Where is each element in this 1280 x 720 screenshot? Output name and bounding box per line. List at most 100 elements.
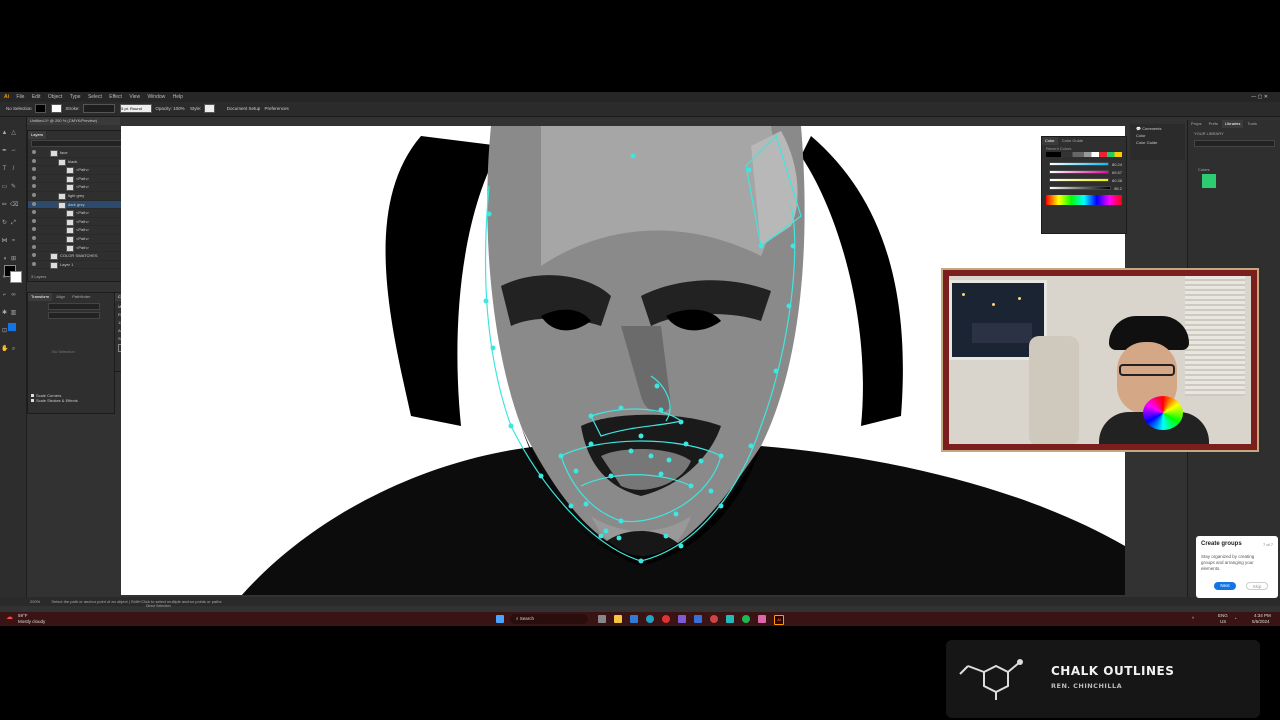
width-tool-icon[interactable]: ⋈ bbox=[1, 238, 8, 245]
visibility-eye-icon[interactable] bbox=[32, 244, 36, 249]
visibility-eye-icon[interactable] bbox=[32, 184, 36, 189]
visibility-eye-icon[interactable] bbox=[32, 158, 36, 163]
taskbar-search[interactable]: ⌕ Search bbox=[510, 614, 588, 624]
fill-stroke-widget[interactable] bbox=[4, 265, 22, 283]
menu-ai[interactable]: Ai bbox=[4, 92, 9, 102]
preferences-button[interactable]: Preferences bbox=[265, 106, 289, 111]
weather-icon[interactable]: ☁ bbox=[6, 614, 13, 622]
magenta-slider[interactable] bbox=[1049, 170, 1109, 174]
tab-prefs[interactable]: Prefs bbox=[1206, 120, 1221, 128]
visibility-eye-icon[interactable] bbox=[32, 210, 36, 215]
document-setup-button[interactable]: Document Setup bbox=[227, 106, 261, 111]
edit-toolbar-icon[interactable] bbox=[8, 323, 16, 331]
direct-selection-tool-icon[interactable]: △ bbox=[10, 130, 17, 137]
tab-transform[interactable]: Transform bbox=[28, 293, 53, 301]
yellow-value[interactable]: 60.38 bbox=[1112, 178, 1122, 183]
windows-start-icon[interactable] bbox=[496, 615, 504, 623]
transform-y-field[interactable] bbox=[48, 312, 100, 319]
brush-tool-icon[interactable]: ✎ bbox=[10, 184, 17, 191]
app-icon-blue[interactable] bbox=[694, 615, 702, 623]
tab-properties[interactable]: Props bbox=[1188, 120, 1204, 128]
visibility-eye-icon[interactable] bbox=[32, 150, 36, 154]
menu-view[interactable]: View bbox=[129, 92, 140, 102]
task-view-icon[interactable] bbox=[598, 615, 606, 623]
visibility-eye-icon[interactable] bbox=[32, 192, 36, 197]
opacity-value[interactable]: 100% bbox=[173, 106, 185, 111]
app-icon-gear[interactable] bbox=[710, 615, 718, 623]
tray-region[interactable]: US bbox=[1220, 619, 1226, 625]
visibility-eye-icon[interactable] bbox=[32, 218, 36, 223]
tab-align[interactable]: Align bbox=[53, 293, 68, 301]
color-spectrum[interactable] bbox=[1046, 195, 1122, 205]
app-icon-pink[interactable] bbox=[758, 615, 766, 623]
cyan-value[interactable]: 80.24 bbox=[1112, 162, 1122, 167]
app-icon-teal[interactable] bbox=[726, 615, 734, 623]
menu-type[interactable]: Type bbox=[70, 92, 81, 102]
pencil-tool-icon[interactable]: ✏ bbox=[1, 202, 8, 209]
yellow-slider[interactable] bbox=[1049, 178, 1109, 182]
color-guide-item[interactable]: Color Guide bbox=[1136, 140, 1179, 145]
rectangle-tool-icon[interactable]: ▭ bbox=[1, 184, 8, 191]
color-item[interactable]: Color bbox=[1136, 133, 1179, 138]
type-tool-icon[interactable]: T bbox=[1, 166, 8, 173]
weather-desc[interactable]: Mostly cloudy bbox=[18, 619, 45, 625]
visibility-eye-icon[interactable] bbox=[32, 167, 36, 172]
warp-tool-icon[interactable]: ≈ bbox=[10, 238, 17, 245]
window-controls[interactable]: — ▢ ✕ bbox=[1251, 92, 1268, 102]
menu-file[interactable]: File bbox=[16, 92, 24, 102]
scale-strokes-checkbox[interactable]: Scale Strokes & Effects bbox=[31, 398, 78, 403]
tab-tools[interactable]: Tools bbox=[1245, 120, 1260, 128]
scale-tool-icon[interactable]: ⤢ bbox=[10, 220, 17, 227]
artboard-tool-icon[interactable]: ⊡ bbox=[1, 328, 8, 335]
symbol-sprayer-tool-icon[interactable]: ✱ bbox=[1, 310, 8, 317]
menu-edit[interactable]: Edit bbox=[32, 92, 41, 102]
line-tool-icon[interactable]: / bbox=[10, 166, 17, 173]
tab-layers[interactable]: Layers bbox=[28, 131, 47, 139]
black-slider[interactable] bbox=[1049, 186, 1112, 190]
menu-object[interactable]: Object bbox=[48, 92, 62, 102]
active-app-icon[interactable] bbox=[678, 615, 686, 623]
stroke-weight-field[interactable] bbox=[82, 104, 115, 114]
wifi-icon[interactable]: ◔ bbox=[1234, 612, 1237, 626]
clock-date[interactable]: 5/5/2024 bbox=[1252, 619, 1270, 625]
transform-x-field[interactable] bbox=[48, 303, 100, 310]
recent-colors-swatches[interactable] bbox=[1046, 152, 1122, 157]
illustrator-taskbar-icon[interactable]: Ai bbox=[774, 615, 784, 625]
perspective-tool-icon[interactable]: ⊞ bbox=[10, 256, 17, 263]
eraser-tool-icon[interactable]: ⌫ bbox=[10, 202, 18, 209]
visibility-eye-icon[interactable] bbox=[32, 253, 36, 258]
red-app-icon[interactable] bbox=[662, 615, 670, 623]
pen-tool-icon[interactable]: ✒ bbox=[1, 148, 8, 155]
zoom-tool-icon[interactable]: ⌕ bbox=[10, 346, 17, 353]
menu-select[interactable]: Select bbox=[88, 92, 102, 102]
magenta-value[interactable]: 69.57 bbox=[1112, 170, 1122, 175]
black-value[interactable]: 85.2 bbox=[1114, 186, 1122, 191]
graph-tool-icon[interactable]: ▥ bbox=[10, 310, 17, 317]
file-explorer-icon[interactable] bbox=[614, 615, 622, 623]
zoom-level[interactable]: 200% bbox=[30, 599, 40, 604]
comments-item[interactable]: 💬 Comments bbox=[1136, 126, 1179, 131]
brush-field[interactable]: 5 pt. Round bbox=[120, 104, 153, 114]
tab-pathfinder[interactable]: Pathfinder bbox=[69, 293, 93, 301]
selection-tool-icon[interactable]: ▲ bbox=[1, 130, 8, 137]
visibility-eye-icon[interactable] bbox=[32, 235, 36, 240]
cyan-slider[interactable] bbox=[1049, 162, 1109, 166]
library-color-swatch[interactable] bbox=[1202, 174, 1216, 188]
rotate-tool-icon[interactable]: ↻ bbox=[1, 220, 8, 227]
fill-swatch[interactable] bbox=[34, 104, 46, 114]
document-tab[interactable]: Untitled-1* @ 200 % (CMYK/Preview) bbox=[27, 117, 120, 125]
visibility-eye-icon[interactable] bbox=[32, 175, 36, 180]
edge-icon[interactable] bbox=[646, 615, 654, 623]
tip-skip-button[interactable]: Skip bbox=[1246, 582, 1268, 590]
tab-color-guide[interactable]: Color Guide bbox=[1059, 137, 1086, 145]
hand-tool-icon[interactable]: ✋ bbox=[1, 346, 8, 353]
tip-next-button[interactable]: Next bbox=[1214, 582, 1236, 590]
visibility-eye-icon[interactable] bbox=[32, 201, 36, 206]
store-icon[interactable] bbox=[630, 615, 638, 623]
tray-chevron-icon[interactable]: ^ bbox=[1192, 612, 1194, 626]
shape-builder-tool-icon[interactable]: ◑ bbox=[1, 256, 8, 263]
style-swatch[interactable] bbox=[204, 104, 216, 114]
menu-effect[interactable]: Effect bbox=[109, 92, 122, 102]
library-section-colors[interactable]: Colors bbox=[1198, 167, 1275, 172]
spotify-icon[interactable] bbox=[742, 615, 750, 623]
